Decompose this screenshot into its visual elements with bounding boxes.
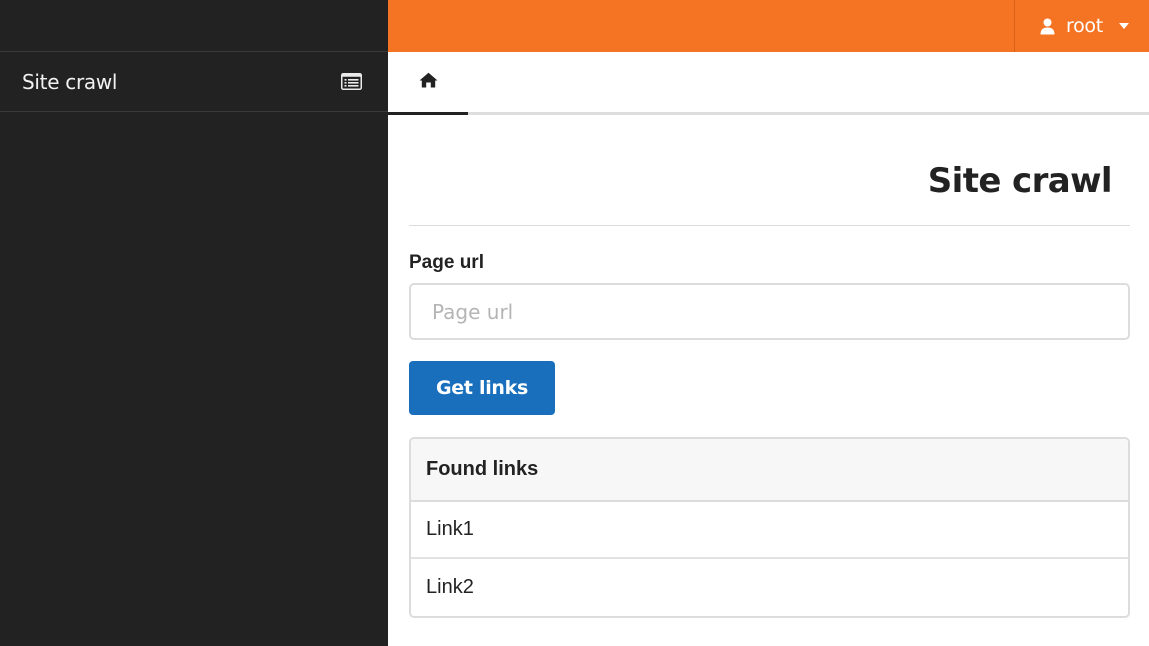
tab-home[interactable] (388, 52, 468, 115)
user-name: root (1066, 15, 1103, 37)
list-item[interactable]: Link2 (411, 559, 1128, 616)
sidebar-item-label: Site crawl (22, 69, 118, 94)
sidebar-header (0, 0, 388, 52)
list-alt-icon (340, 73, 362, 91)
chevron-down-icon (1118, 23, 1129, 29)
sidebar: Site crawl (0, 0, 388, 646)
user-icon (1040, 17, 1056, 35)
tab-bar (388, 52, 1149, 115)
title-divider (409, 225, 1130, 226)
user-menu[interactable]: root (1014, 0, 1149, 52)
found-links-heading: Found links (411, 439, 1128, 502)
page-title: Site crawl (927, 161, 1113, 201)
found-links-panel: Found links Link1 Link2 (409, 437, 1130, 618)
get-links-button[interactable]: Get links (409, 361, 555, 415)
list-item[interactable]: Link1 (411, 502, 1128, 559)
main-content: Site crawl Page url Get links Found link… (409, 115, 1130, 618)
top-bar: root (388, 0, 1149, 52)
page-url-label: Page url (409, 252, 484, 273)
page-url-input[interactable] (409, 283, 1130, 340)
sidebar-item-site-crawl[interactable]: Site crawl (0, 52, 388, 112)
home-icon (419, 72, 438, 93)
